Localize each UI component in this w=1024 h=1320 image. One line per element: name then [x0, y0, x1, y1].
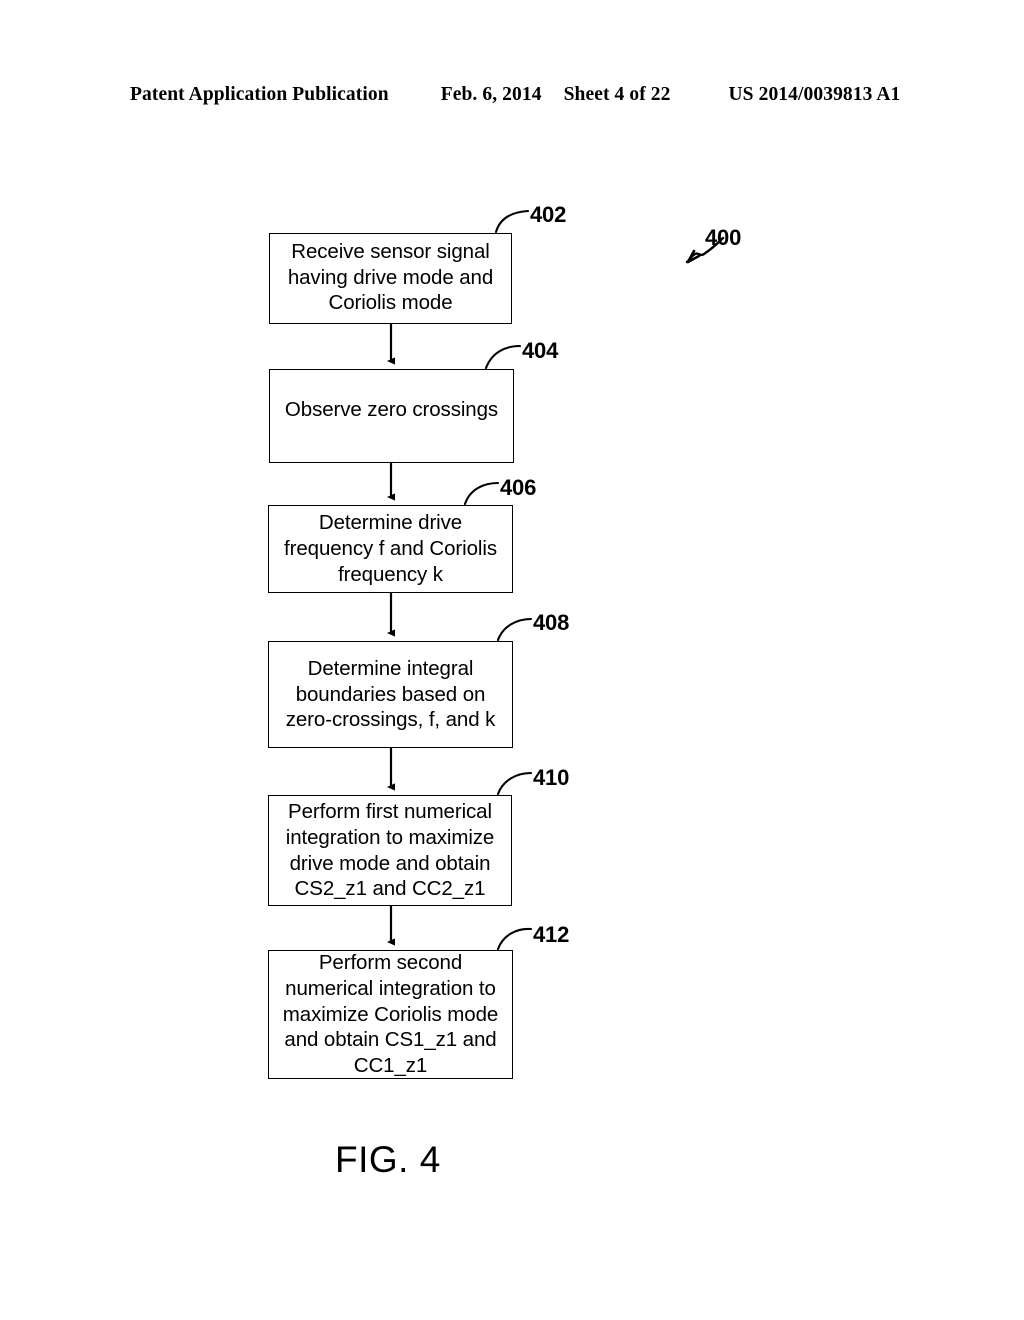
flowchart-figure: Receive sensor signal having drive mode … [0, 0, 1024, 1320]
flowchart-node-410: Perform first numerical integration to m… [268, 795, 512, 906]
flowchart-node-408-text: Determine integral boundaries based on z… [285, 656, 496, 732]
flowchart-node-412: Perform second numerical integration to … [268, 950, 513, 1079]
figure-caption: FIG. 4 [335, 1139, 441, 1180]
reference-numeral-408: 408 [533, 610, 570, 635]
flowchart-node-406: Determine drive frequency f and Coriolis… [268, 505, 513, 593]
reference-numeral-404: 404 [522, 338, 559, 363]
reference-numeral-400: 400 [705, 225, 742, 250]
flowchart-node-406-text: Determine drive frequency f and Coriolis… [284, 511, 497, 586]
flowchart-node-412-text: Perform second numerical integration to … [282, 950, 499, 1078]
flowchart-node-402-text: Receive sensor signal having drive mode … [287, 239, 494, 315]
flowchart-node-404-text: Observe zero crossings [284, 398, 499, 422]
flowchart-node-410-text: Perform first numerical integration to m… [285, 799, 495, 901]
flowchart-node-404: Observe zero crossings [269, 369, 514, 463]
flowchart-node-402: Receive sensor signal having drive mode … [269, 233, 512, 324]
reference-numeral-412: 412 [533, 922, 570, 947]
flowchart-node-408: Determine integral boundaries based on z… [268, 641, 513, 748]
reference-numeral-410: 410 [533, 765, 570, 790]
reference-numeral-406: 406 [500, 475, 537, 500]
reference-numeral-402: 402 [530, 202, 567, 227]
